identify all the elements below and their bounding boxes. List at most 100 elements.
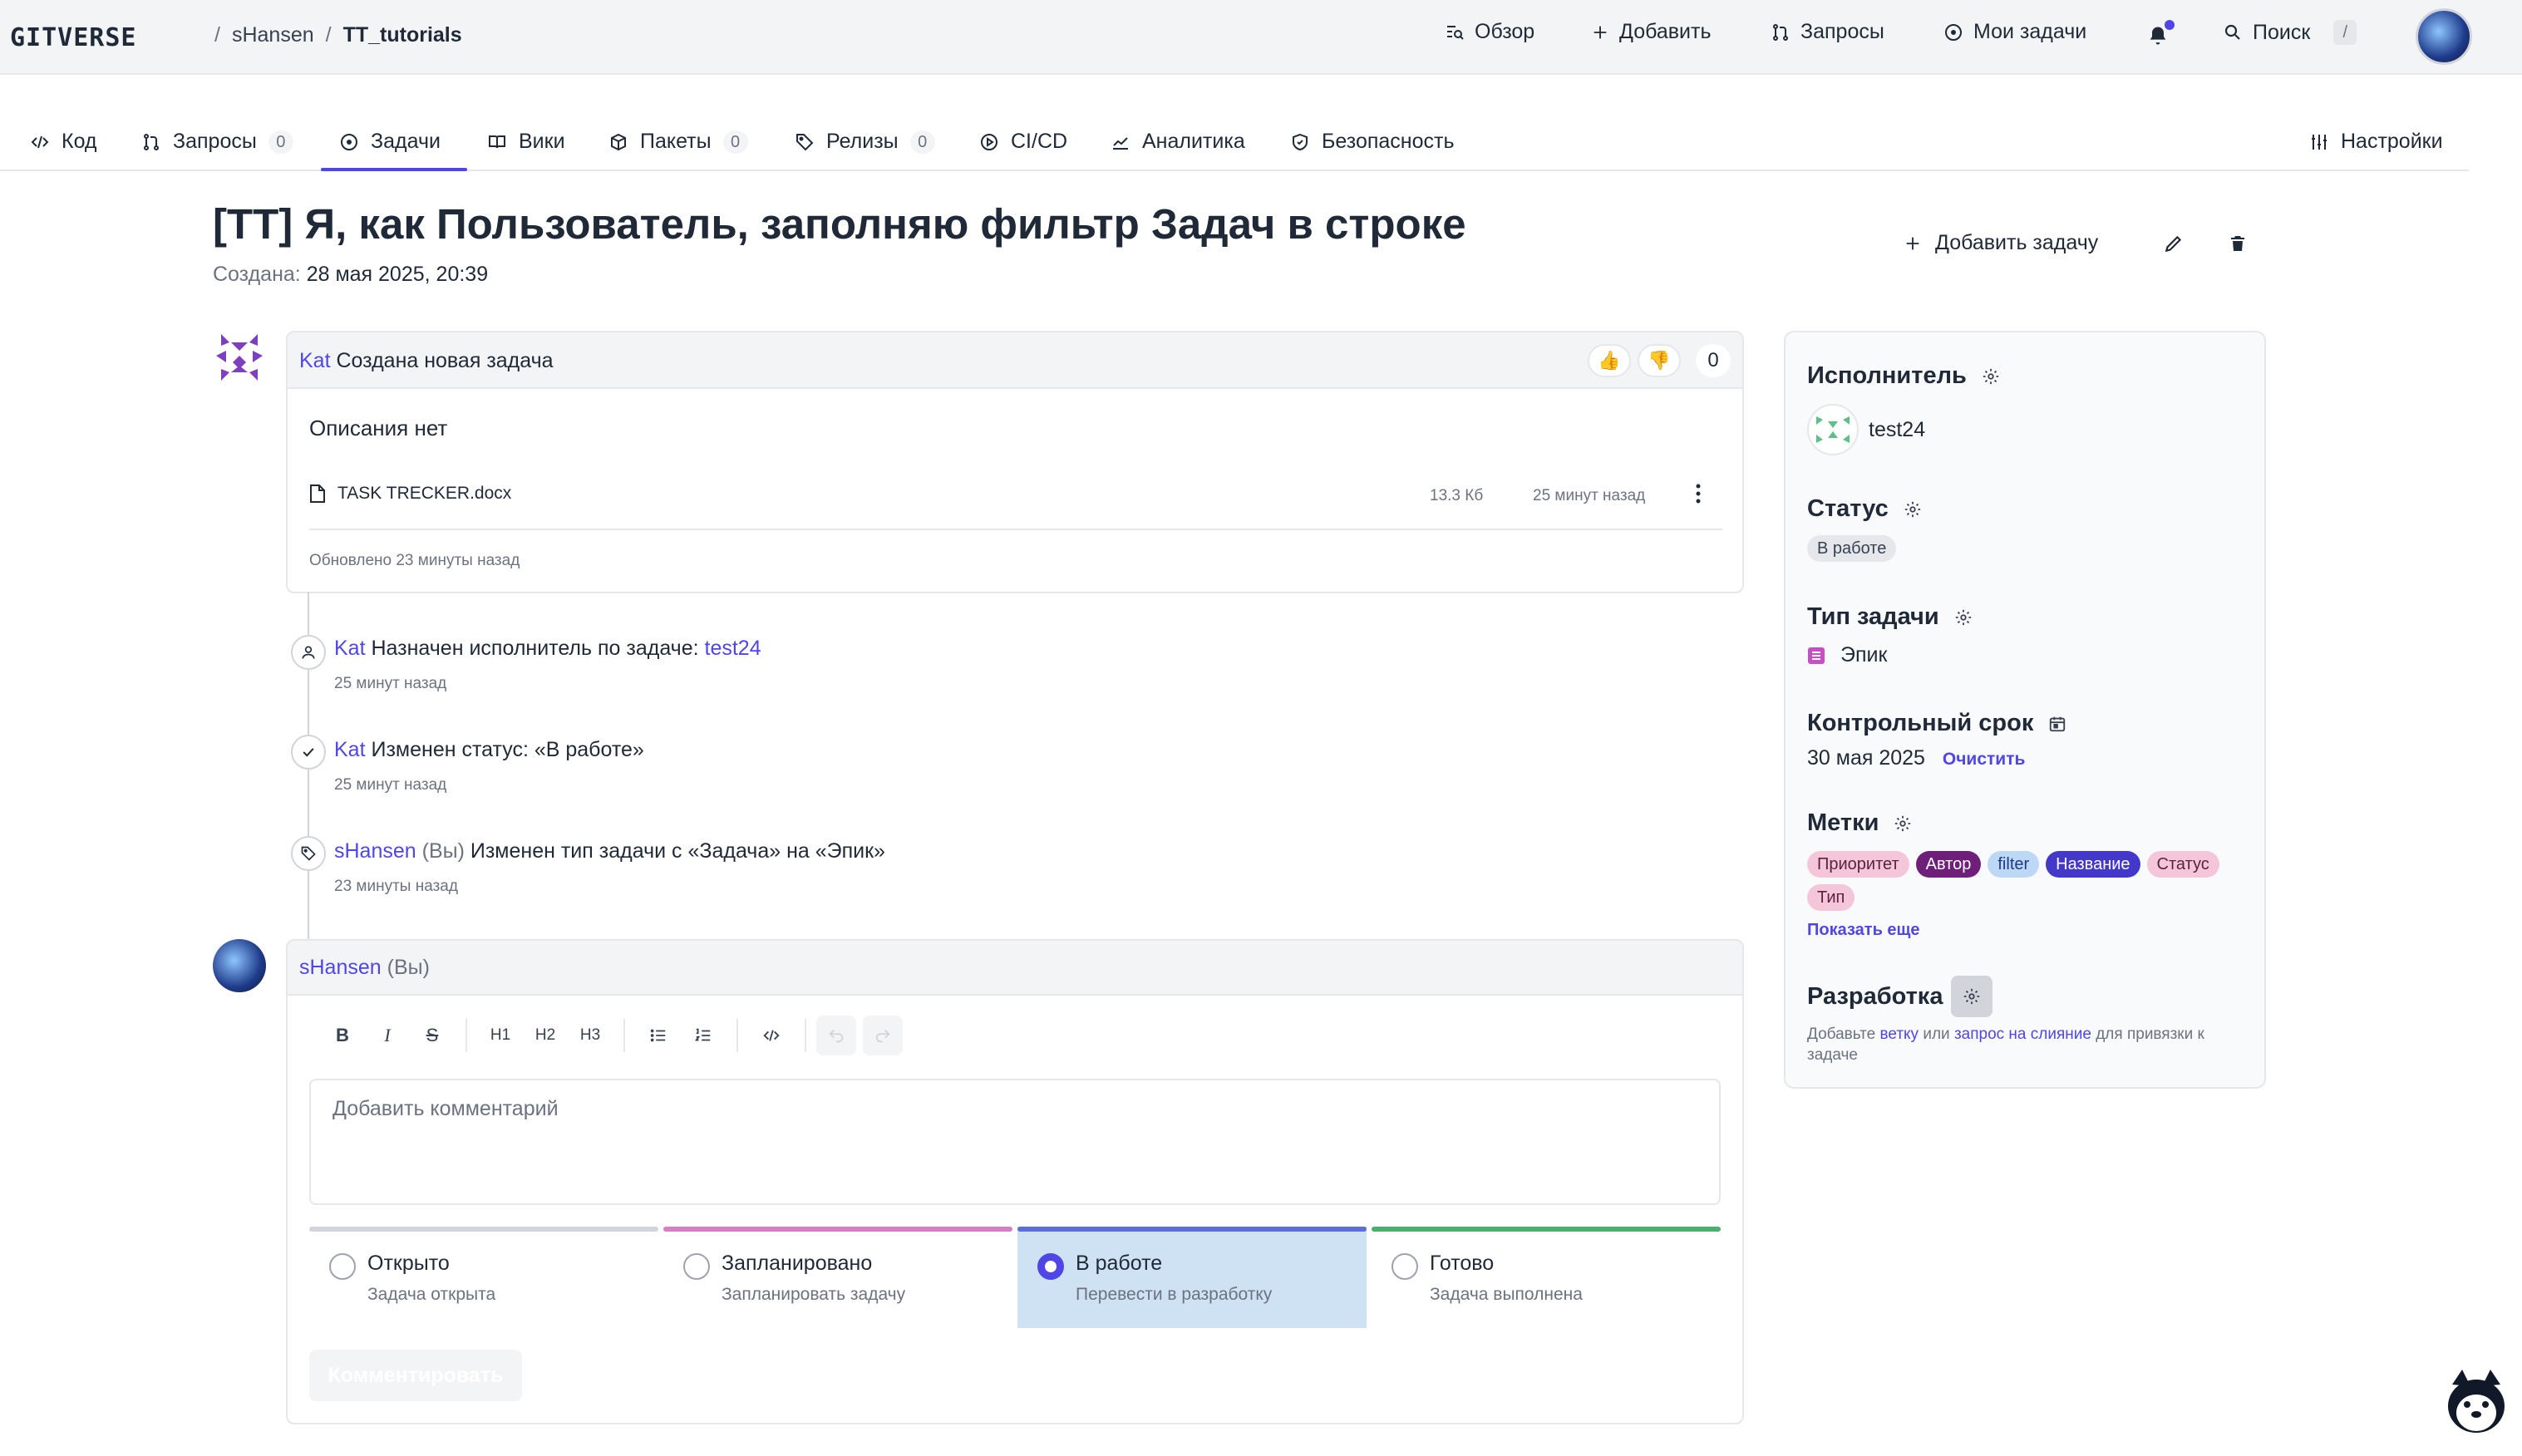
add-task-button[interactable]: Добавить задачу (1904, 231, 2098, 255)
gitverse-logo[interactable]: GITVERSE (10, 23, 137, 52)
tab-security[interactable]: Безопасность (1290, 130, 1454, 154)
delete-button[interactable] (2228, 233, 2248, 254)
page-title: [TT] Я, как Пользователь, заполняю фильт… (213, 200, 1466, 248)
submit-comment-button[interactable]: Комментировать (309, 1350, 522, 1401)
heading2-button[interactable]: H2 (525, 1016, 565, 1055)
nav-overview[interactable]: Обзор (1445, 20, 1534, 44)
card-header-text: Kat Создана новая задача (299, 349, 554, 373)
label-chip[interactable]: Тип (1807, 884, 1855, 911)
ordered-list-button[interactable] (683, 1016, 723, 1055)
assignee-link[interactable]: test24 (705, 637, 761, 660)
author-link[interactable]: sHansen (299, 956, 382, 979)
breadcrumb-separator: / (214, 23, 220, 47)
help-mascot-button[interactable] (2444, 1368, 2509, 1436)
undo-button[interactable] (816, 1016, 856, 1055)
kat-avatar[interactable] (213, 331, 266, 384)
issue-circle-icon (341, 133, 357, 150)
deadline-heading: Контрольный срок (1807, 710, 2066, 737)
status-label: Открыто (367, 1252, 450, 1275)
tab-requests[interactable]: Запросы 0 (141, 130, 293, 154)
label-chip[interactable]: filter (1988, 851, 2040, 878)
thumbs-up-button[interactable]: 👍 (1588, 344, 1631, 377)
gear-icon (1964, 988, 1980, 1005)
label-chip[interactable]: Статус (2146, 851, 2219, 878)
file-menu-button[interactable] (1694, 482, 1702, 505)
code-button[interactable] (751, 1016, 791, 1055)
strikethrough-icon: S (426, 1025, 439, 1045)
development-hint: Добавьте ветку или запрос на слияние для… (1807, 1024, 2256, 1065)
breadcrumb-repo[interactable]: TT_tutorials (343, 23, 462, 47)
assignee-title: Исполнитель (1807, 362, 1967, 389)
status-option-done[interactable]: Готово Задача выполнена (1372, 1227, 1721, 1328)
you-label: (Вы) (387, 956, 430, 979)
edit-button[interactable] (2163, 233, 2185, 254)
development-settings-button[interactable] (1951, 976, 1993, 1017)
show-more-labels-link[interactable]: Показать еще (1807, 921, 1920, 940)
notifications-button[interactable] (2146, 20, 2175, 48)
branch-link[interactable]: ветку (1880, 1026, 1919, 1043)
count-badge: 0 (268, 130, 293, 154)
status-radio[interactable] (683, 1253, 710, 1280)
author-link[interactable]: Kat (299, 349, 331, 372)
gear-icon[interactable] (1954, 608, 1973, 627)
status-label: В работе (1076, 1252, 1163, 1275)
gear-icon[interactable] (1894, 814, 1912, 833)
status-option-planned[interactable]: Запланировано Запланировать задачу (663, 1227, 1012, 1328)
tab-code[interactable]: Код (30, 130, 97, 154)
strike-button[interactable]: S (412, 1016, 452, 1055)
heading3-button[interactable]: H3 (570, 1016, 610, 1055)
tab-packages[interactable]: Пакеты 0 (608, 130, 748, 154)
italic-button[interactable]: I (367, 1016, 407, 1055)
tab-label: Вики (519, 130, 565, 153)
tab-settings[interactable]: Настройки (2309, 130, 2443, 154)
redo-button[interactable] (863, 1016, 903, 1055)
status-radio-selected[interactable] (1037, 1253, 1064, 1280)
merge-request-link[interactable]: запрос на слияние (1954, 1026, 2091, 1043)
heading1-button[interactable]: H1 (480, 1016, 520, 1055)
status-radio[interactable] (329, 1253, 356, 1280)
tab-issues[interactable]: Задачи (339, 130, 441, 154)
author-link[interactable]: Kat (334, 637, 366, 660)
calendar-icon[interactable] (2048, 715, 2066, 733)
file-icon (310, 485, 325, 503)
tab-wiki[interactable]: Вики (487, 130, 565, 154)
status-option-in-progress[interactable]: В работе Перевести в разработку (1017, 1227, 1367, 1328)
bullet-list-button[interactable] (638, 1016, 678, 1055)
label-chip[interactable]: Автор (1915, 851, 1982, 878)
author-link[interactable]: sHansen (334, 839, 416, 863)
tab-analytics[interactable]: Аналитика (1111, 130, 1245, 154)
tab-releases[interactable]: Релизы 0 (795, 130, 935, 154)
timeline-assign-marker (291, 635, 326, 670)
tab-label: Настройки (2341, 130, 2443, 153)
label-chip[interactable]: Приоритет (1807, 851, 1909, 878)
gear-icon[interactable] (1904, 500, 1922, 519)
comment-input[interactable]: Добавить комментарий (309, 1079, 1721, 1205)
notification-dot (2165, 20, 2175, 30)
gear-icon[interactable] (1982, 367, 2000, 386)
identicon-icon (1816, 416, 1850, 443)
tab-label: Код (62, 130, 97, 153)
status-title: Статус (1807, 495, 1889, 522)
user-avatar[interactable] (2416, 8, 2472, 65)
book-icon (489, 135, 505, 148)
nav-requests[interactable]: Запросы (1771, 20, 1884, 44)
author-link[interactable]: Kat (334, 738, 366, 761)
status-radio[interactable] (1392, 1253, 1418, 1280)
label-chip[interactable]: Название (2046, 851, 2140, 878)
nav-add[interactable]: Добавить (1591, 20, 1712, 44)
breadcrumb-owner[interactable]: sHansen (232, 23, 314, 47)
code-icon (763, 1030, 780, 1041)
nav-my-tasks[interactable]: Мои задачи (1943, 20, 2086, 44)
labels-title: Метки (1807, 809, 1879, 836)
nav-search[interactable]: Поиск / (2223, 20, 2357, 45)
assignee-user[interactable]: test24 (1807, 404, 1925, 455)
thumbs-down-button[interactable]: 👎 (1638, 344, 1681, 377)
bold-button[interactable]: B (323, 1016, 362, 1055)
clear-deadline-link[interactable]: Очистить (1943, 750, 2026, 769)
status-option-open[interactable]: Открыто Задача открыта (309, 1227, 658, 1328)
tab-cicd[interactable]: CI/CD (979, 130, 1067, 154)
current-user-avatar[interactable] (213, 939, 266, 992)
bullet-list-icon (650, 1029, 666, 1042)
attachment-file[interactable]: TASK TRECKER.docx (309, 484, 511, 504)
event-time: 25 минут назад (334, 776, 447, 794)
